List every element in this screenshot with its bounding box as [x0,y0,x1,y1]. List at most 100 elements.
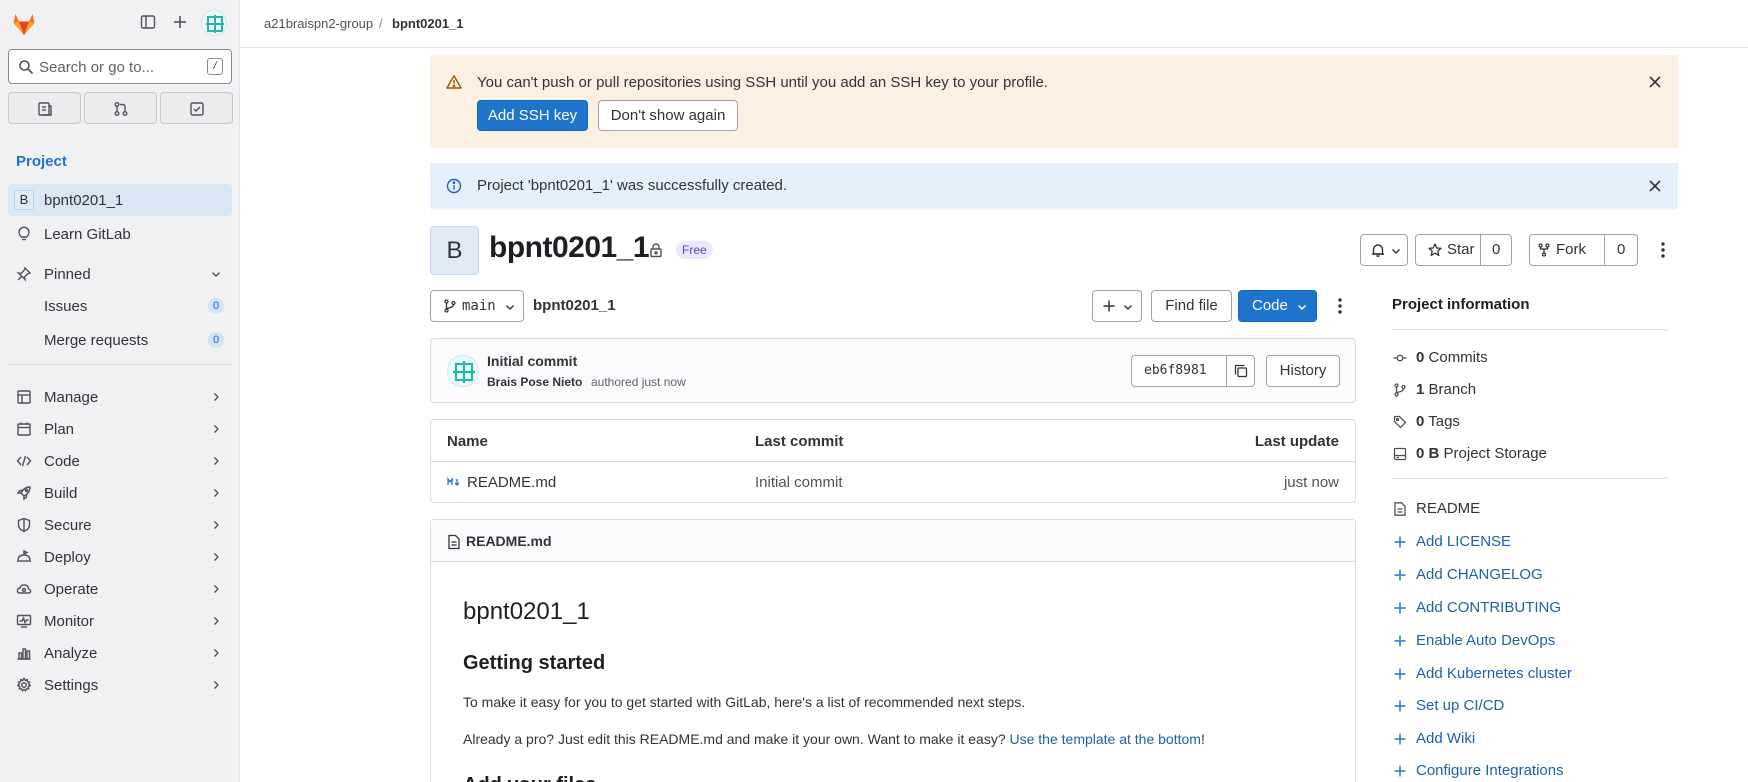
history-button[interactable]: History [1266,355,1340,387]
add-license-link[interactable]: Add LICENSE [1392,531,1682,553]
breadcrumb-group[interactable]: a21braispn2-group [264,16,373,31]
dont-show-again-button[interactable]: Don't show again [598,100,738,131]
commit-sha-text: eb6f8981 [1144,363,1207,378]
created-alert-text: Project 'bpnt0201_1' was successfully cr… [477,177,788,194]
sidebar-toggle-icon[interactable] [140,14,160,34]
fork-count[interactable]: 0 [1617,235,1625,265]
issues-count-badge: 0 [208,298,224,314]
breadcrumb: a21braispn2-group / bpnt0201_1 [241,0,1748,48]
add-changelog-link[interactable]: Add CHANGELOG [1392,564,1682,586]
sidebar-item-build[interactable]: Build [8,477,232,509]
sidebar-item-merge-requests[interactable]: Merge requests 0 [8,324,232,356]
readme-template-link[interactable]: Use the template at the bottom [1010,731,1201,747]
readme-filename[interactable]: README.md [466,533,552,549]
column-header-name: Name [447,433,488,450]
commit-sha[interactable]: eb6f8981 [1131,355,1255,387]
readme-p2-text: Already a pro? Just edit this README.md … [463,731,1010,747]
add-contributing-link[interactable]: Add CONTRIBUTING [1392,597,1682,619]
merge-requests-button[interactable] [84,92,157,124]
sidebar-item-label: Settings [44,677,99,694]
user-avatar[interactable] [201,10,227,36]
search-placeholder: Search or go to... [39,59,155,76]
storage-stat[interactable]: 0 B Project Storage [1392,443,1682,465]
action-label: Set up CI/CD [1416,697,1505,714]
assigned-issues-button[interactable] [8,92,81,124]
sidebar-item-issues[interactable]: Issues 0 [8,290,232,322]
commit-message[interactable]: Initial commit [487,353,577,369]
sidebar-item-project[interactable]: B bpnt0201_1 [8,184,232,216]
plus-icon [1393,732,1407,746]
project-created-alert: Project 'bpnt0201_1' was successfully cr… [430,163,1678,209]
add-file-dropdown[interactable] [1092,290,1142,322]
table-divider [431,461,1355,462]
sidebar-item-pinned[interactable]: Pinned [8,258,232,290]
add-ssh-key-button[interactable]: Add SSH key [477,100,588,131]
configure-integrations-link[interactable]: Configure Integrations [1392,760,1682,782]
readme-paragraph: To make it easy for you to get started w… [463,694,1026,710]
readme-header: README.md [431,520,1355,562]
copy-icon[interactable] [1234,364,1248,378]
gitlab-logo-icon[interactable] [10,10,38,38]
branch-selector[interactable]: main [430,290,524,322]
more-actions-icon[interactable] [1332,296,1348,316]
readme-paragraph-2: Already a pro? Just edit this README.md … [463,731,1205,747]
breadcrumb-project[interactable]: bpnt0201_1 [392,16,464,31]
commit-author[interactable]: Brais Pose Nieto [487,375,582,389]
add-wiki-link[interactable]: Add Wiki [1392,728,1682,750]
tags-stat[interactable]: 0 Tags [1392,411,1682,433]
commits-stat[interactable]: 0 Commits [1392,347,1682,369]
warning-icon [446,74,462,90]
sidebar: Search or go to... / Project B bpnt0201_… [0,0,240,782]
add-kubernetes-cluster-link[interactable]: Add Kubernetes cluster [1392,663,1682,685]
branch-icon [443,299,457,313]
monitor-icon [16,613,32,629]
action-label: Add CONTRIBUTING [1416,599,1562,616]
breadcrumb-separator: / [379,16,383,31]
sidebar-item-settings[interactable]: Settings [8,669,232,701]
branches-stat[interactable]: 1 Branch [1392,379,1682,401]
code-dropdown-button[interactable]: Code [1238,290,1317,322]
file-last-commit[interactable]: Initial commit [755,474,843,491]
enable-auto-devops-link[interactable]: Enable Auto DevOps [1392,630,1682,652]
star-button[interactable]: Star 0 [1415,234,1512,266]
star-count[interactable]: 0 [1492,235,1500,265]
sidebar-item-monitor[interactable]: Monitor [8,605,232,637]
fork-button[interactable]: Fork 0 [1529,234,1638,266]
plus-icon[interactable] [172,14,192,34]
merge-requests-count-badge: 0 [208,332,224,348]
todo-button[interactable] [160,92,233,124]
sidebar-item-deploy[interactable]: Deploy [8,541,232,573]
code-button-label: Code [1252,297,1288,314]
sidebar-item-manage[interactable]: Manage [8,381,232,413]
file-last-update: just now [1283,474,1339,491]
sidebar-item-analyze[interactable]: Analyze [8,637,232,669]
cloud-gear-icon [16,581,32,597]
sidebar-item-code[interactable]: Code [8,445,232,477]
chevron-down-icon [504,301,516,313]
repo-path[interactable]: bpnt0201_1 [533,297,616,314]
rocket-icon [16,485,32,501]
search-input[interactable]: Search or go to... / [8,49,232,84]
action-label: Add LICENSE [1416,533,1512,550]
sidebar-item-operate[interactable]: Operate [8,573,232,605]
close-icon[interactable] [1648,179,1662,193]
readme-link[interactable]: README [1392,498,1682,520]
chevron-down-icon [1390,245,1402,257]
sidebar-item-label: Code [44,453,80,470]
find-file-button[interactable]: Find file [1151,290,1232,322]
notification-button[interactable] [1360,234,1408,266]
chart-icon [16,645,32,661]
project-info-title: Project information [1392,296,1530,313]
author-avatar[interactable] [447,355,479,387]
chevron-right-icon [210,391,222,403]
merge-request-icon [114,102,128,116]
sidebar-item-learn[interactable]: Learn GitLab [8,218,232,250]
more-actions-icon[interactable] [1655,240,1671,260]
sidebar-item-secure[interactable]: Secure [8,509,232,541]
sidebar-item-label: Issues [44,298,88,315]
sidebar-item-plan[interactable]: Plan [8,413,232,445]
manage-icon [16,389,32,405]
file-name[interactable]: README.md [467,474,556,491]
setup-cicd-link[interactable]: Set up CI/CD [1392,695,1682,717]
close-icon[interactable] [1648,75,1662,89]
